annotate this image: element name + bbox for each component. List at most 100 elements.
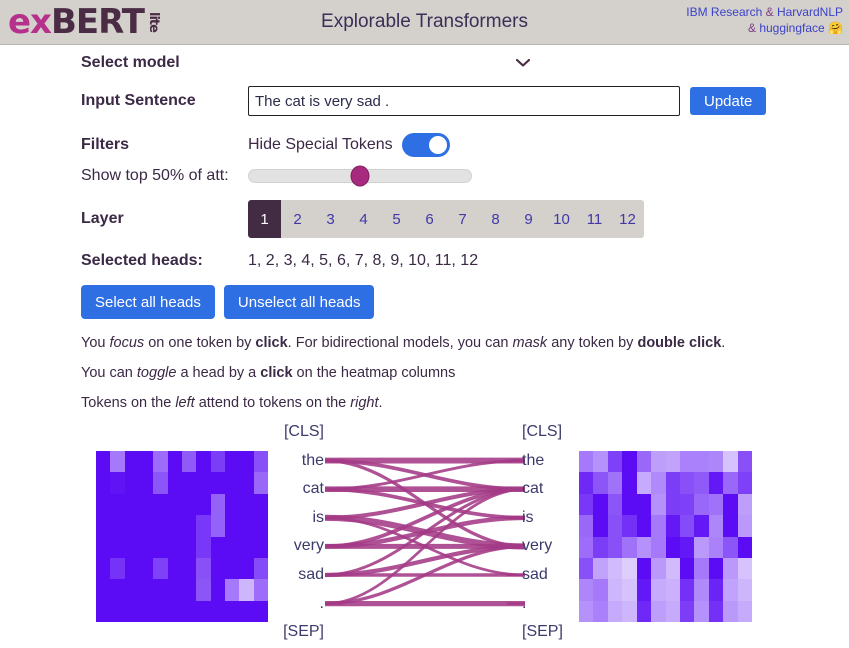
left-heatmap-cell[interactable] [138, 493, 154, 516]
left-heatmap-cell[interactable] [110, 493, 125, 516]
left-heatmap-cell[interactable] [167, 515, 182, 537]
right-heatmap-cell[interactable] [579, 557, 594, 580]
right-heatmap-cell[interactable] [708, 472, 724, 494]
right-heatmap-cell[interactable] [607, 600, 623, 622]
left-heatmap-cell[interactable] [110, 472, 125, 494]
left-heatmap-cell[interactable] [138, 579, 154, 601]
left-heatmap-cell[interactable] [167, 451, 182, 473]
right-heatmap[interactable] [579, 451, 752, 622]
right-heatmap-cell[interactable] [694, 515, 709, 537]
right-heatmap-cell[interactable] [737, 515, 752, 537]
update-button[interactable]: Update [690, 87, 767, 115]
right-heatmap-cell[interactable] [708, 557, 724, 580]
right-heatmap-cell[interactable] [723, 472, 738, 494]
left-token-the[interactable]: the [200, 447, 324, 476]
right-heatmap-cell[interactable] [723, 557, 738, 580]
left-token-cat[interactable]: cat [200, 475, 324, 504]
hide-special-tokens-toggle[interactable] [401, 133, 450, 157]
right-heatmap-cell[interactable] [723, 493, 738, 516]
right-heatmap-cell[interactable] [579, 536, 594, 558]
left-token-sad[interactable]: sad [200, 561, 324, 590]
right-heatmap-cell[interactable] [622, 557, 637, 580]
left-heatmap-cell[interactable] [124, 557, 139, 580]
right-heatmap-cell[interactable] [679, 493, 695, 516]
right-heatmap-cell[interactable] [636, 579, 652, 601]
right-heatmap-cell[interactable] [737, 472, 752, 494]
huggingface-link[interactable]: huggingface [759, 21, 824, 35]
right-heatmap-cell[interactable] [579, 600, 594, 622]
right-heatmap-cell[interactable] [737, 451, 752, 473]
right-heatmap-cell[interactable] [651, 600, 666, 622]
right-heatmap-cell[interactable] [593, 472, 608, 494]
left-heatmap-cell[interactable] [96, 579, 111, 601]
left-token-sep[interactable]: [SEP] [200, 618, 324, 647]
left-heatmap-cell[interactable] [96, 557, 111, 580]
layer-cell-6[interactable]: 6 [413, 200, 446, 238]
left-heatmap-cell[interactable] [110, 579, 125, 601]
right-heatmap-cell[interactable] [723, 451, 738, 473]
right-heatmap-cell[interactable] [593, 536, 608, 558]
right-heatmap-cell[interactable] [622, 493, 637, 516]
layer-cell-2[interactable]: 2 [281, 200, 314, 238]
left-heatmap-cell[interactable] [153, 536, 168, 558]
right-heatmap-cell[interactable] [593, 451, 608, 473]
right-heatmap-cell[interactable] [607, 557, 623, 580]
left-heatmap-cell[interactable] [181, 493, 197, 516]
right-heatmap-cell[interactable] [636, 536, 652, 558]
layer-cell-7[interactable]: 7 [446, 200, 479, 238]
left-heatmap-cell[interactable] [124, 451, 139, 473]
layer-cell-1[interactable]: 1 [248, 200, 281, 238]
right-heatmap-cell[interactable] [579, 472, 594, 494]
left-heatmap-cell[interactable] [124, 472, 139, 494]
right-heatmap-cell[interactable] [607, 579, 623, 601]
left-heatmap-cell[interactable] [167, 557, 182, 580]
right-heatmap-cell[interactable] [622, 600, 637, 622]
slider-thumb[interactable] [350, 165, 370, 187]
right-heatmap-cell[interactable] [622, 579, 637, 601]
left-heatmap-cell[interactable] [167, 579, 182, 601]
right-heatmap-cell[interactable] [622, 536, 637, 558]
right-heatmap-cell[interactable] [607, 472, 623, 494]
layer-cell-12[interactable]: 12 [611, 200, 644, 238]
left-heatmap-cell[interactable] [181, 557, 197, 580]
left-heatmap-cell[interactable] [138, 557, 154, 580]
left-token-very[interactable]: very [200, 532, 324, 561]
sentence-input[interactable] [248, 86, 680, 116]
left-heatmap-cell[interactable] [167, 536, 182, 558]
left-heatmap-cell[interactable] [138, 536, 154, 558]
left-heatmap-cell[interactable] [181, 600, 197, 622]
left-heatmap-cell[interactable] [110, 557, 125, 580]
right-heatmap-cell[interactable] [593, 515, 608, 537]
left-heatmap-cell[interactable] [96, 472, 111, 494]
unselect-all-heads-button[interactable]: Unselect all heads [223, 285, 375, 319]
layer-cell-5[interactable]: 5 [380, 200, 413, 238]
right-heatmap-cell[interactable] [723, 536, 738, 558]
left-heatmap-cell[interactable] [96, 515, 111, 537]
left-heatmap-cell[interactable] [153, 600, 168, 622]
right-heatmap-cell[interactable] [708, 515, 724, 537]
left-heatmap-cell[interactable] [110, 451, 125, 473]
layer-cell-3[interactable]: 3 [314, 200, 347, 238]
right-heatmap-cell[interactable] [636, 515, 652, 537]
right-heatmap-cell[interactable] [636, 600, 652, 622]
right-heatmap-cell[interactable] [651, 472, 666, 494]
left-heatmap-cell[interactable] [153, 579, 168, 601]
left-heatmap-cell[interactable] [181, 536, 197, 558]
right-heatmap-cell[interactable] [708, 536, 724, 558]
right-heatmap-cell[interactable] [694, 472, 709, 494]
right-heatmap-cell[interactable] [579, 493, 594, 516]
right-heatmap-cell[interactable] [622, 515, 637, 537]
right-heatmap-cell[interactable] [593, 579, 608, 601]
layer-cell-4[interactable]: 4 [347, 200, 380, 238]
right-heatmap-cell[interactable] [737, 536, 752, 558]
layer-cell-8[interactable]: 8 [479, 200, 512, 238]
left-heatmap-cell[interactable] [181, 515, 197, 537]
harvardnlp-link[interactable]: HarvardNLP [777, 5, 843, 19]
right-heatmap-cell[interactable] [651, 557, 666, 580]
left-heatmap-cell[interactable] [96, 600, 111, 622]
right-heatmap-cell[interactable] [665, 579, 680, 601]
left-heatmap-cell[interactable] [181, 472, 197, 494]
left-heatmap-cell[interactable] [153, 557, 168, 580]
right-heatmap-cell[interactable] [723, 579, 738, 601]
left-heatmap-cell[interactable] [110, 515, 125, 537]
